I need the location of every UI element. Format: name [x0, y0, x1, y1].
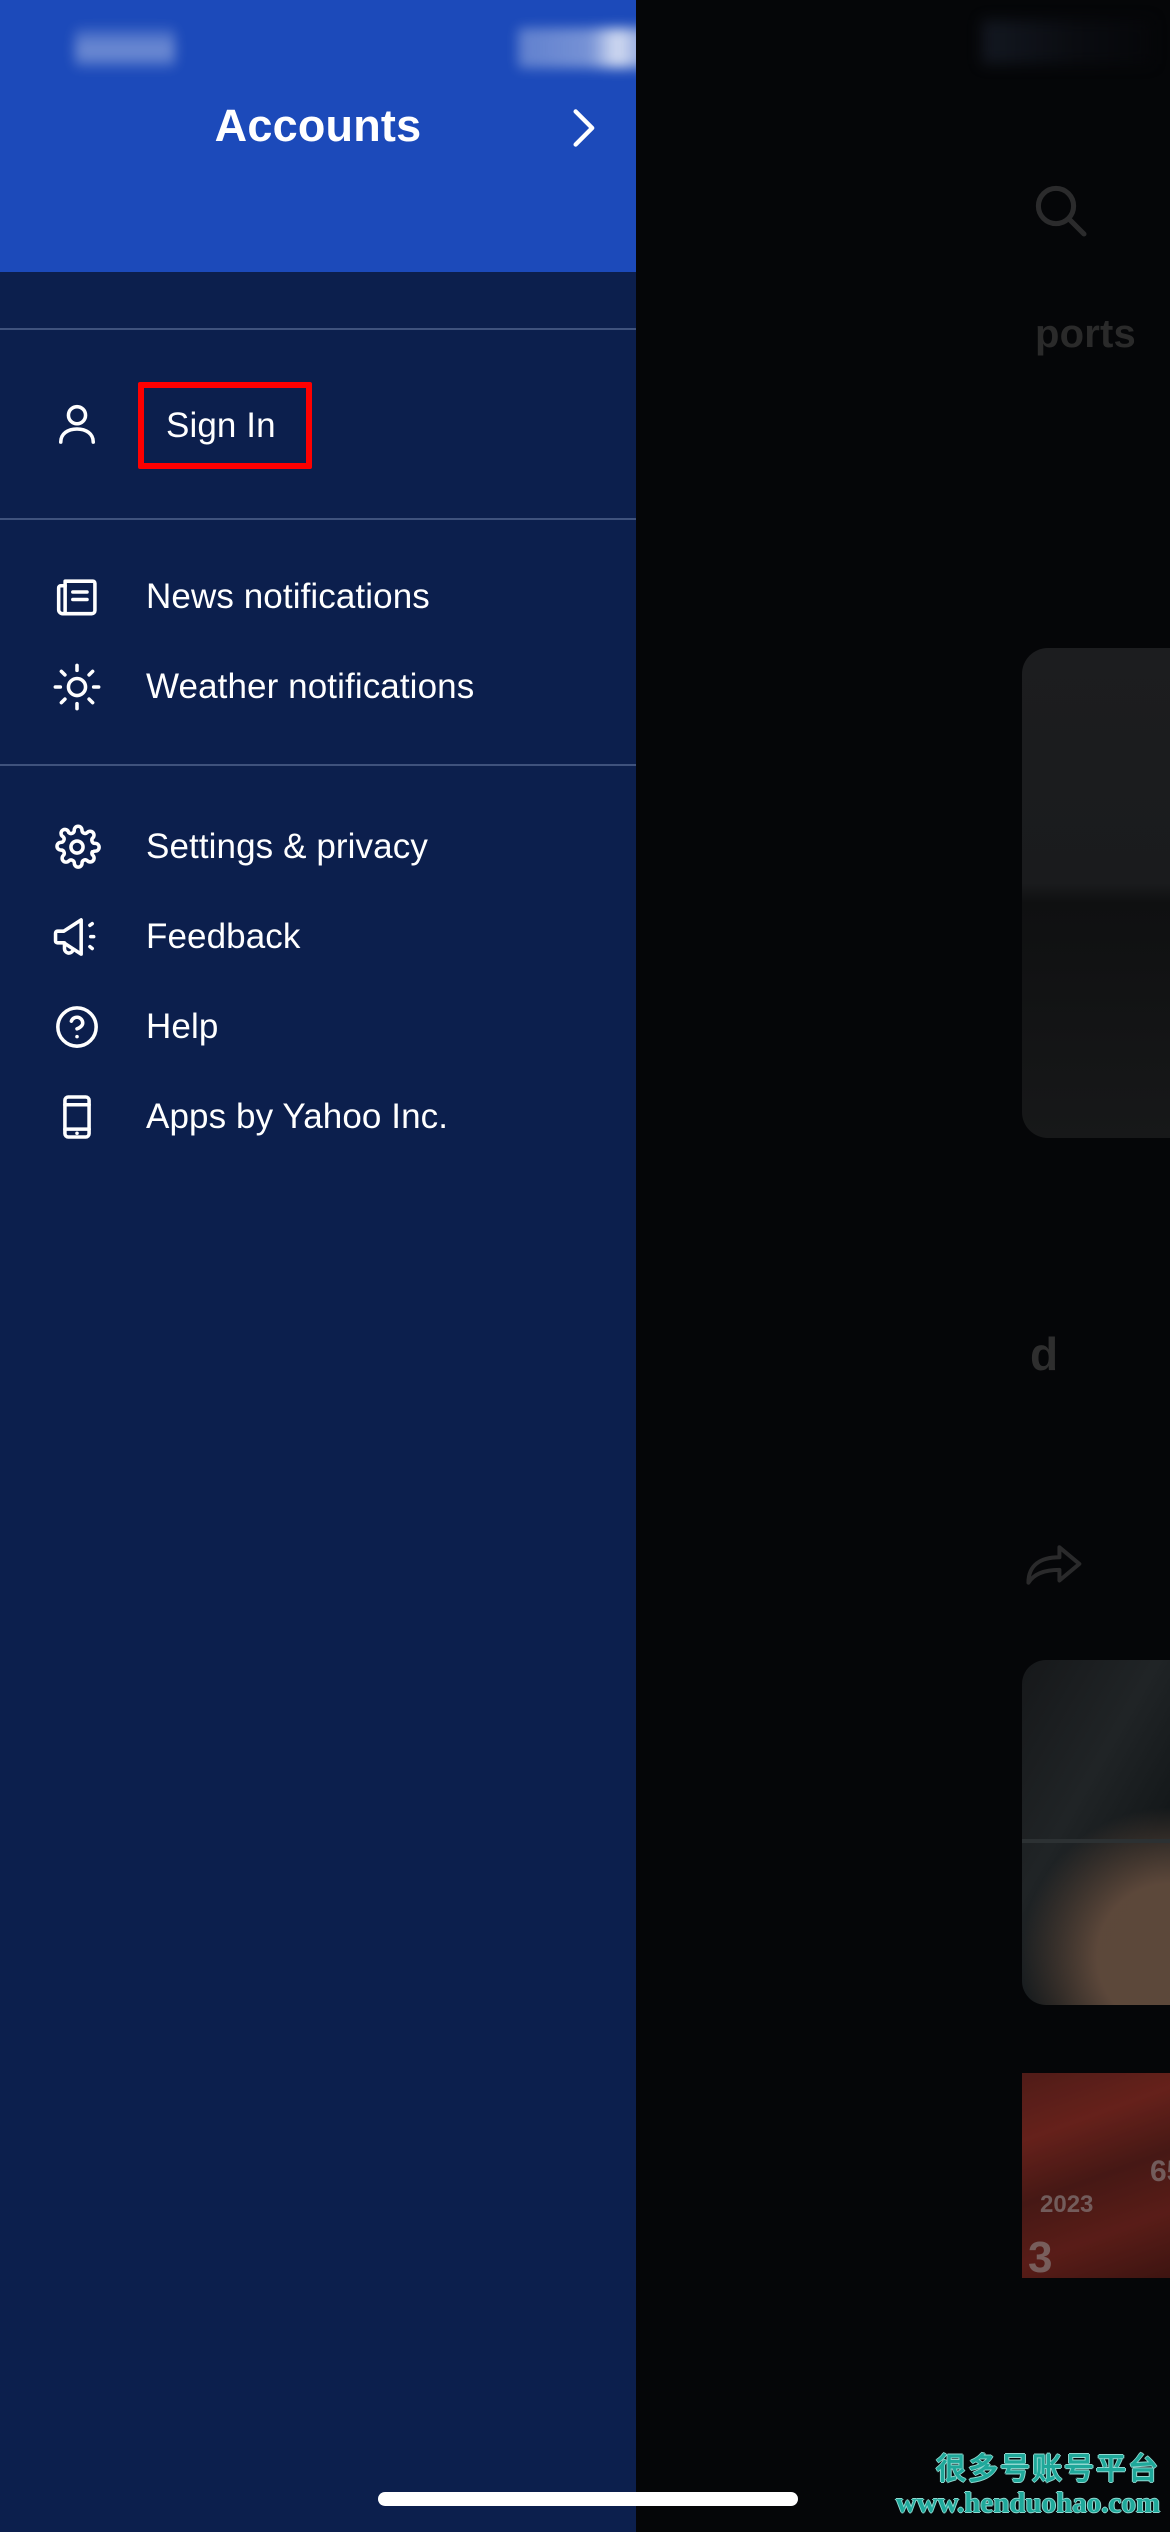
- menu-group-settings: Settings & privacy Feedback Help Apps by…: [0, 766, 636, 1162]
- background-headline-text: d: [1030, 1328, 1059, 1380]
- sidebar-item-label: Weather notifications: [146, 667, 475, 706]
- share-arrow-icon[interactable]: [1024, 1540, 1086, 1590]
- sidebar-item-sign-in[interactable]: Sign In: [0, 380, 636, 470]
- jersey-number-primary: 65: [1150, 2155, 1170, 2188]
- smartphone-icon: [52, 1092, 102, 1142]
- background-tab-label[interactable]: ports: [1035, 312, 1136, 357]
- sidebar-item-news-notifications[interactable]: News notifications: [0, 552, 636, 642]
- watermark-url: www.henduohao.com: [895, 2486, 1160, 2519]
- sidebar-item-label: Help: [146, 1007, 219, 1046]
- sidebar-item-weather-notifications[interactable]: Weather notifications: [0, 642, 636, 732]
- megaphone-icon: [52, 912, 102, 962]
- status-bar-indicators-redacted: [518, 28, 636, 68]
- search-icon[interactable]: [1028, 178, 1092, 242]
- sidebar-item-label: Settings & privacy: [146, 827, 428, 866]
- sidebar-item-label: Sign In: [166, 405, 276, 445]
- sidebar-item-label: News notifications: [146, 577, 430, 616]
- jersey-number-secondary: 3: [1028, 2233, 1053, 2278]
- home-indicator[interactable]: [378, 2492, 798, 2506]
- background-content-card[interactable]: [1022, 648, 1170, 1138]
- sidebar-item-label: Apps by Yahoo Inc.: [146, 1097, 449, 1136]
- jersey-year: 2023: [1040, 2191, 1094, 2218]
- watermark-chinese-text: 很多号账号平台: [936, 2453, 1160, 2487]
- drawer-top-spacer: [0, 272, 636, 328]
- page-title: Accounts: [214, 100, 422, 151]
- phone-screen: ports d 65 2023 3 很多号账号平台 www.henduohao.…: [0, 0, 1170, 2532]
- question-circle-icon: [52, 1002, 102, 1052]
- status-bar-time-redacted: [75, 28, 175, 68]
- gear-icon: [52, 822, 102, 872]
- background-photo-thumbnail[interactable]: [1022, 1660, 1170, 2005]
- menu-group-account: Sign In: [0, 330, 636, 518]
- sidebar-item-settings-privacy[interactable]: Settings & privacy: [0, 802, 636, 892]
- background-photo-football[interactable]: 65 2023 3: [1022, 2073, 1170, 2278]
- chevron-right-icon[interactable]: [556, 100, 610, 156]
- sidebar-item-label: Feedback: [146, 917, 301, 956]
- menu-group-notifications: News notifications Weather notifications: [0, 520, 636, 764]
- sign-in-highlight-box[interactable]: Sign In: [138, 381, 312, 469]
- status-bar: [0, 0, 636, 96]
- drawer-header: Accounts: [0, 0, 636, 272]
- sidebar-item-apps-by-yahoo[interactable]: Apps by Yahoo Inc.: [0, 1072, 636, 1162]
- sidebar-item-help[interactable]: Help: [0, 982, 636, 1072]
- background-status-indicators: [982, 20, 1152, 64]
- navigation-drawer: Accounts Sign In News notifications Weat…: [0, 0, 636, 2532]
- newspaper-icon: [52, 572, 102, 622]
- sidebar-item-feedback[interactable]: Feedback: [0, 892, 636, 982]
- sun-icon: [52, 662, 102, 712]
- person-icon: [52, 400, 102, 450]
- watermark: 很多号账号平台 www.henduohao.com: [896, 2454, 1160, 2518]
